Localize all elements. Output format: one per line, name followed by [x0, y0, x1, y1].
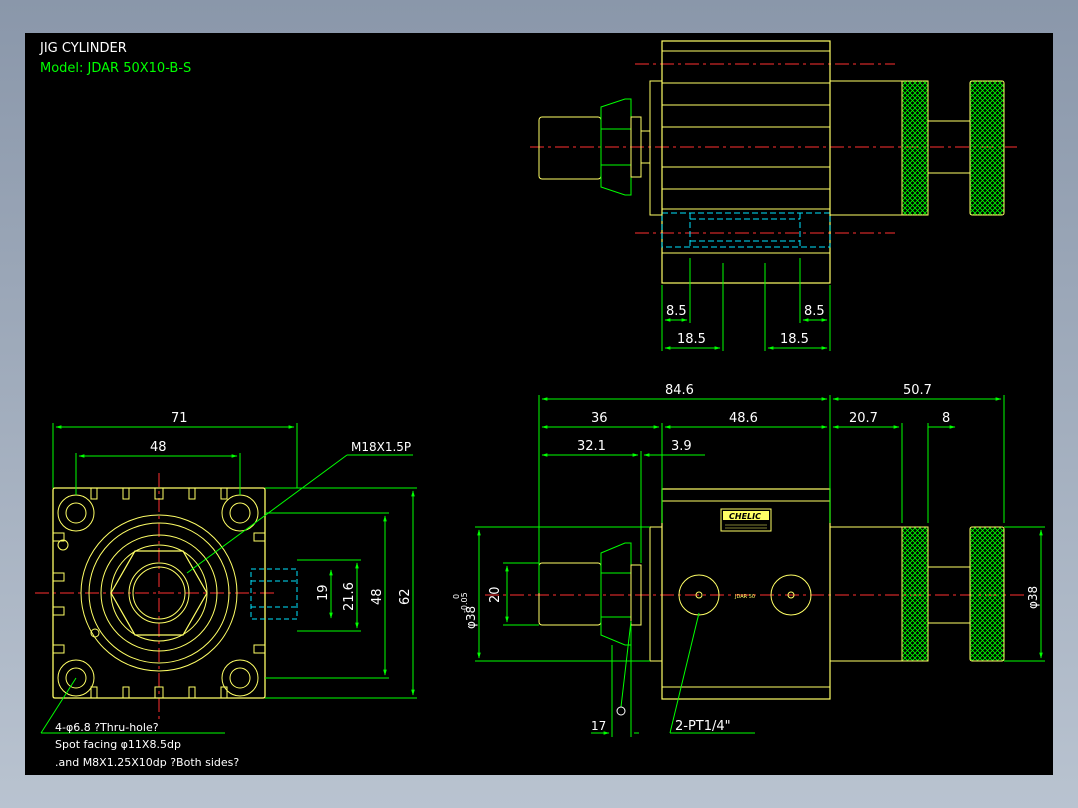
port-callout: 2-PT1/4": [675, 719, 731, 734]
dim-side-dia38-right: φ38: [1026, 586, 1040, 609]
dim-front-19: 19: [316, 584, 331, 601]
dim-side-36: 36: [591, 411, 608, 426]
drawing-title: JIG CYLINDER: [39, 41, 127, 56]
dim-side-20: 20: [488, 586, 503, 603]
dim-front-62: 62: [398, 588, 413, 605]
dim-front-48: 48: [150, 440, 167, 455]
thread-callout: M18X1.5P: [351, 440, 411, 454]
model-stamp: JDAR 50: [734, 594, 755, 600]
dim-front-48v: 48: [370, 588, 385, 605]
top-view: 8.5 8.5 18.5 18.5: [530, 40, 1017, 351]
brand-label: CHELIC: [729, 512, 761, 521]
dim-top-18-5-left: 18.5: [677, 332, 706, 347]
model-label: Model: JDAR 50X10-B-S: [40, 61, 191, 76]
dim-side-3-9: 3.9: [671, 439, 692, 454]
dim-top-8-5-right: 8.5: [804, 304, 825, 319]
dim-side-84-6: 84.6: [665, 383, 694, 398]
hole-note-3: .and M8X1.25X10dp ?Both sides?: [55, 756, 239, 769]
dim-side-48-6: 48.6: [729, 411, 758, 426]
dim-front-71: 71: [171, 411, 188, 426]
dim-side-32-1: 32.1: [577, 439, 606, 454]
dim-side-8: 8: [942, 411, 950, 426]
dim-side-17: 17: [591, 719, 606, 733]
dim-top-18-5-right: 18.5: [780, 332, 809, 347]
hole-note-1: 4-φ6.8 ?Thru-hole?: [55, 721, 159, 734]
dim-side-20-7: 20.7: [849, 411, 878, 426]
dim-front-21-6: 21.6: [342, 582, 357, 611]
side-view: CHELIC JDAR 50 84.6 50.7 36 48.6 20.7 8 …: [452, 383, 1045, 737]
dim-top-8-5-left: 8.5: [666, 304, 687, 319]
drawing-canvas: JIG CYLINDER Model: JDAR 50X10-B-S 8.5 8…: [35, 40, 1045, 769]
front-view: 71 48 62 48 21.6 19 M18X1.5P 4-φ6.8 ?Thr…: [35, 411, 417, 769]
dim-side-50-7: 50.7: [903, 383, 932, 398]
cad-viewport: JIG CYLINDER Model: JDAR 50X10-B-S 8.5 8…: [25, 33, 1053, 775]
hole-note-2: Spot facing φ11X8.5dp: [55, 738, 181, 751]
dim-side-tol-lower: -0.05: [460, 592, 469, 613]
